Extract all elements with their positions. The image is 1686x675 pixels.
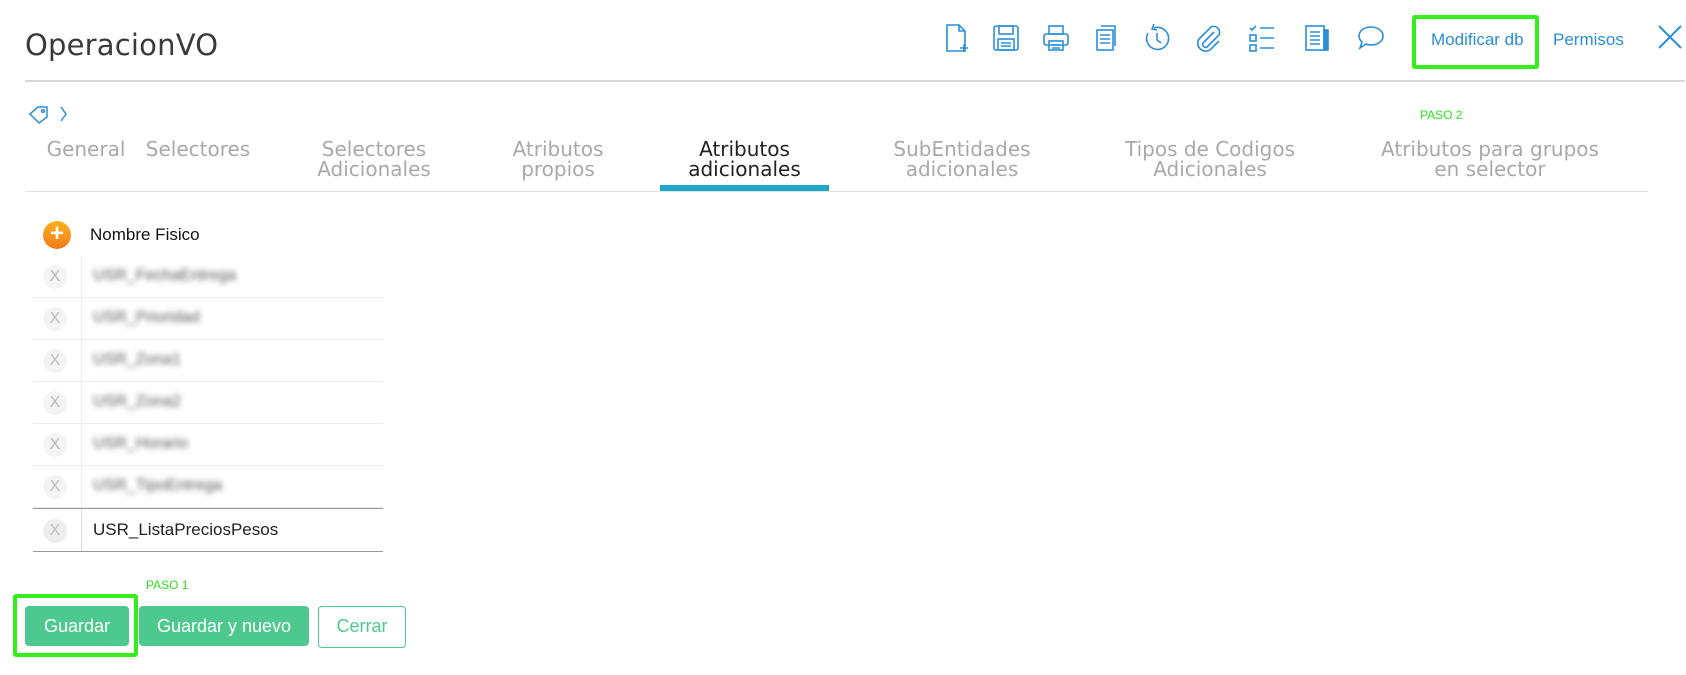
remove-row-button[interactable]: X bbox=[43, 349, 67, 373]
cerrar-button[interactable]: Cerrar bbox=[318, 606, 406, 648]
attachment-icon[interactable] bbox=[1192, 22, 1224, 54]
remove-row-button[interactable]: X bbox=[43, 519, 67, 543]
report-icon[interactable] bbox=[1300, 22, 1332, 54]
permisos-link[interactable]: Permisos bbox=[1553, 30, 1624, 50]
table-row: X USR_Zona2 bbox=[33, 381, 383, 424]
table-row: X USR_Zona1 bbox=[33, 339, 383, 382]
tab-atributos-propios[interactable]: Atributos propios bbox=[485, 139, 631, 179]
table-row: X USR_TipoEntrega bbox=[33, 465, 383, 508]
tabs-divider bbox=[25, 191, 1648, 192]
highlight-box-guardar bbox=[13, 594, 138, 657]
tab-general[interactable]: General bbox=[26, 139, 146, 159]
row-value[interactable]: USR_Zona1 bbox=[93, 351, 181, 369]
paso2-annotation: PASO 2 bbox=[1420, 108, 1463, 122]
tag-icon bbox=[28, 106, 48, 124]
column-header-nombre-fisico: Nombre Fisico bbox=[90, 225, 200, 244]
remove-row-button[interactable]: X bbox=[43, 391, 67, 415]
save-icon[interactable] bbox=[990, 22, 1022, 54]
page-title: OperacionVO bbox=[25, 28, 219, 62]
paso1-annotation: PASO 1 bbox=[146, 578, 189, 592]
table-row: X USR_FechaEntrega bbox=[33, 255, 383, 298]
tab-tipos-de-codigos-adicionales[interactable]: Tipos de Codigos Adicionales bbox=[1100, 139, 1320, 179]
tab-subentidades-adicionales[interactable]: SubEntidades adicionales bbox=[862, 139, 1062, 179]
tab-selectores-adicionales[interactable]: Selectores Adicionales bbox=[300, 139, 448, 179]
print-icon[interactable] bbox=[1040, 22, 1072, 54]
remove-row-button[interactable]: X bbox=[43, 433, 67, 457]
row-value[interactable]: USR_TipoEntrega bbox=[93, 477, 222, 495]
row-value[interactable]: USR_Horario bbox=[93, 435, 188, 453]
table-row: X USR_Horario bbox=[33, 423, 383, 466]
highlight-box-modificar-db bbox=[1412, 15, 1539, 69]
remove-row-button[interactable]: X bbox=[43, 475, 67, 499]
guardar-y-nuevo-button[interactable]: Guardar y nuevo bbox=[139, 606, 309, 646]
header-divider bbox=[25, 80, 1685, 82]
table-row: X USR_ListaPreciosPesos bbox=[33, 508, 383, 552]
chevron-right-icon bbox=[60, 106, 67, 122]
copy-icon[interactable] bbox=[1090, 22, 1122, 54]
close-icon[interactable] bbox=[1655, 22, 1685, 52]
tab-atributos-para-grupos[interactable]: Atributos para grupos en selector bbox=[1350, 139, 1630, 179]
remove-row-button[interactable]: X bbox=[43, 307, 67, 331]
add-row-button[interactable]: + bbox=[43, 221, 71, 249]
comment-icon[interactable] bbox=[1355, 22, 1387, 54]
tab-selectores[interactable]: Selectores bbox=[138, 139, 258, 159]
row-value[interactable]: USR_ListaPreciosPesos bbox=[93, 520, 278, 540]
remove-row-button[interactable]: X bbox=[43, 265, 67, 289]
row-value[interactable]: USR_Zona2 bbox=[93, 393, 181, 411]
checklist-icon[interactable] bbox=[1246, 22, 1278, 54]
history-icon[interactable] bbox=[1140, 22, 1172, 54]
row-value[interactable]: USR_Prioridad bbox=[93, 309, 200, 327]
breadcrumb bbox=[28, 104, 76, 124]
row-value[interactable]: USR_FechaEntrega bbox=[93, 267, 236, 285]
table-row: X USR_Prioridad bbox=[33, 297, 383, 340]
new-document-icon[interactable] bbox=[940, 22, 972, 54]
tab-atributos-adicionales[interactable]: Atributos adicionales bbox=[660, 139, 829, 179]
